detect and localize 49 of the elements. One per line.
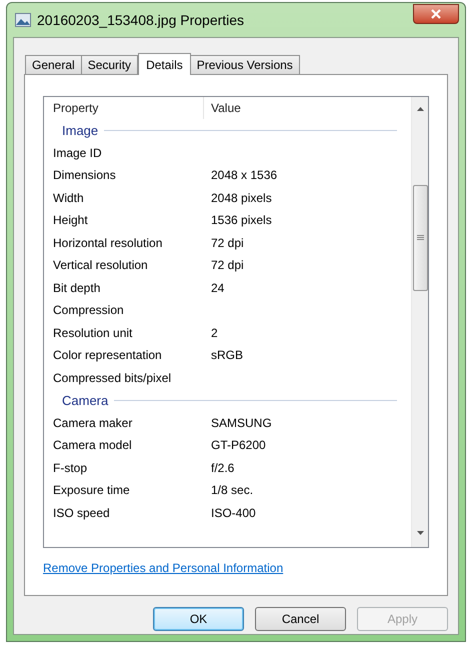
tab[interactable]: Previous Versions <box>190 55 300 74</box>
scroll-down-icon[interactable] <box>416 531 424 535</box>
property-value: 72 dpi <box>210 234 244 252</box>
column-header[interactable]: Property <box>44 97 204 119</box>
property-value: SAMSUNG <box>210 414 272 432</box>
property-value: f/2.6 <box>210 460 234 477</box>
tab[interactable]: General <box>25 55 82 74</box>
group-heading: Camera <box>62 392 108 410</box>
property-name: Camera model <box>52 437 133 454</box>
scroll-up-icon[interactable] <box>416 107 424 111</box>
property-name: ISO speed <box>52 504 111 522</box>
property-value: 24 <box>210 280 224 297</box>
scrollbar[interactable] <box>411 97 428 547</box>
grip-icon <box>416 235 424 241</box>
window-title: 20160203_153408.jpg Properties <box>37 10 244 30</box>
property-name: Bit depth <box>52 280 102 297</box>
group-heading: Image <box>62 122 98 140</box>
property-name: Resolution unit <box>52 324 134 342</box>
property-name: Vertical resolution <box>52 257 149 274</box>
property-name: Color representation <box>52 347 163 364</box>
column-header[interactable]: Value <box>204 97 411 119</box>
property-value: 2048 x 1536 <box>210 167 278 184</box>
property-value: 1536 pixels <box>210 212 272 230</box>
image-file-icon <box>15 13 31 27</box>
property-value: 2048 pixels <box>210 190 272 207</box>
property-value: 72 dpi <box>210 257 244 274</box>
tab[interactable]: Security <box>80 55 138 74</box>
property-name: Image ID <box>52 144 103 162</box>
property-value: 2 <box>210 324 218 342</box>
property-value: sRGB <box>210 347 244 364</box>
scroll-thumb[interactable] <box>412 185 428 291</box>
property-name: Height <box>52 212 89 230</box>
property-name: Compression <box>52 302 125 320</box>
property-value: GT-P6200 <box>210 437 266 454</box>
property-name: Compressed bits/pixel <box>52 370 172 387</box>
property-name: Horizontal resolution <box>52 234 164 252</box>
property-name: Exposure time <box>52 482 131 500</box>
property-name: Width <box>52 190 85 207</box>
close-icon <box>431 9 441 19</box>
tab[interactable]: Details <box>138 53 191 75</box>
property-value: ISO-400 <box>210 504 256 522</box>
dialog-button[interactable]: OK <box>153 607 244 631</box>
dialog-button[interactable]: Cancel <box>255 607 346 631</box>
property-name: F-stop <box>52 460 88 477</box>
remove-properties-link[interactable]: Remove Properties and Personal Information <box>43 559 429 577</box>
property-name: Dimensions <box>52 167 117 184</box>
close-button[interactable] <box>413 4 459 24</box>
property-value: 1/8 sec. <box>210 482 254 500</box>
property-name: Camera maker <box>52 414 134 432</box>
